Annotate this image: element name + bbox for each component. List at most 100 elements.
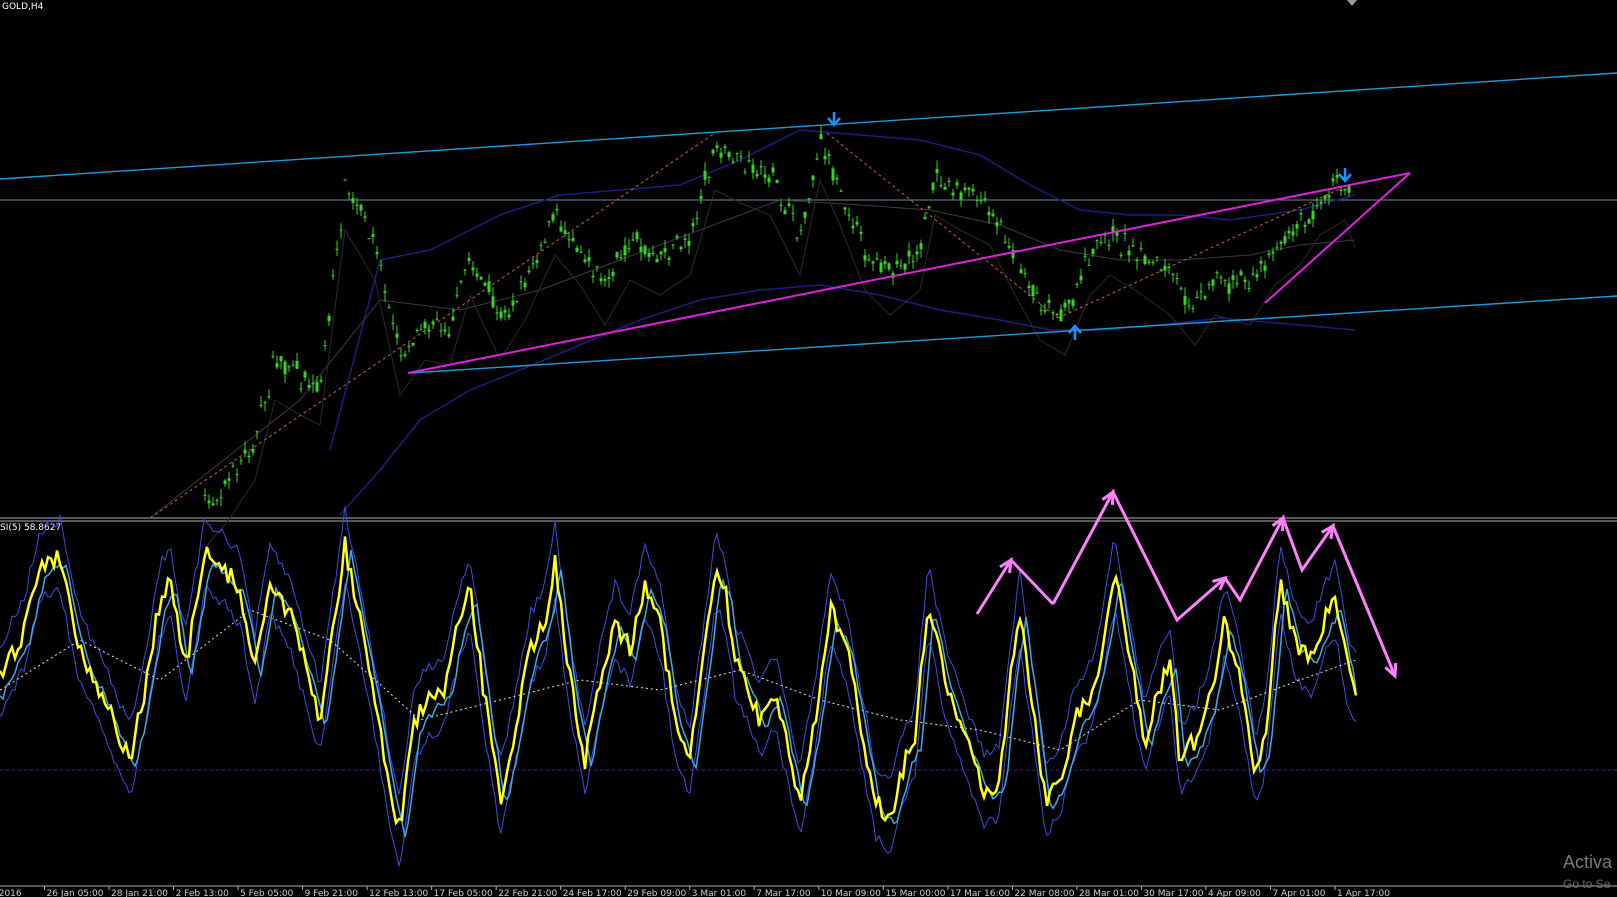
- candle-body: [795, 237, 799, 239]
- candle-body: [479, 276, 483, 280]
- candle-body: [331, 275, 335, 277]
- candle-body: [723, 146, 727, 148]
- x-tick-label: Jan 2016: [0, 889, 22, 897]
- x-tick-label: 26 Jan 05:00: [47, 889, 104, 897]
- candle-body: [731, 161, 735, 163]
- candle-body: [775, 180, 779, 184]
- candle-body: [439, 330, 443, 332]
- x-tick-label: 22 Mar 08:00: [1014, 889, 1074, 897]
- candle-body: [1063, 302, 1067, 308]
- candle-body: [343, 179, 347, 181]
- candle-body: [971, 188, 975, 192]
- candle-body: [1151, 262, 1155, 264]
- candle-body: [1259, 261, 1263, 264]
- candle-body: [1291, 231, 1295, 236]
- candle-body: [1203, 296, 1207, 299]
- candle-body: [303, 371, 307, 378]
- candle-body: [755, 173, 759, 177]
- candle-body: [263, 402, 267, 404]
- candle-body: [1211, 279, 1215, 286]
- candle-body: [1175, 278, 1179, 279]
- candle-body: [1095, 240, 1099, 242]
- candle-body: [1235, 283, 1239, 285]
- candle-body: [599, 278, 603, 282]
- candle-body: [1031, 285, 1035, 296]
- candle-body: [1059, 309, 1063, 322]
- candle-body: [247, 455, 251, 458]
- candle-body: [455, 295, 459, 297]
- candle-body: [935, 168, 939, 173]
- candle-body: [551, 214, 555, 221]
- candle-body: [1251, 273, 1255, 275]
- candle-body: [1119, 254, 1123, 256]
- candle-body: [835, 177, 839, 180]
- x-tick-label: 24 Feb 17:00: [563, 889, 622, 897]
- candle-body: [491, 296, 495, 308]
- candle-body: [615, 252, 619, 258]
- candle-body: [523, 282, 527, 288]
- candle-body: [1067, 299, 1071, 304]
- candle-body: [955, 182, 959, 186]
- candle-body: [291, 365, 295, 367]
- candle-body: [739, 156, 743, 158]
- candle-body: [431, 321, 435, 324]
- fib-line: [826, 132, 1059, 319]
- candle-body: [1155, 256, 1159, 258]
- candle-body: [1075, 283, 1079, 285]
- candle-body: [687, 240, 691, 246]
- up-arrow-icon: [1068, 324, 1082, 340]
- candle-body: [367, 238, 371, 240]
- bollinger-lower: [339, 284, 1356, 516]
- activation-watermark-sub: Go to Se: [1563, 877, 1611, 891]
- candle-body: [607, 277, 611, 279]
- candle-body: [843, 207, 847, 210]
- candle-body: [583, 259, 587, 262]
- candle-body: [1275, 247, 1279, 249]
- candle-body: [203, 494, 207, 496]
- candle-body: [907, 250, 911, 257]
- channel-lower: [409, 295, 1617, 374]
- candle-body: [315, 381, 319, 392]
- candle-body: [1295, 224, 1299, 229]
- candle-body: [743, 171, 747, 173]
- candle-body: [1243, 279, 1247, 282]
- candle-body: [1207, 284, 1211, 286]
- candle-body: [395, 333, 399, 338]
- candle-body: [407, 345, 411, 347]
- candle-body: [447, 334, 451, 337]
- candle-body: [763, 174, 767, 178]
- candle-body: [635, 232, 639, 240]
- candle-body: [1223, 279, 1227, 281]
- candle-body: [519, 281, 523, 283]
- x-tick-label: 10 Mar 09:00: [821, 889, 881, 897]
- candle-body: [1247, 288, 1251, 290]
- candle-body: [539, 244, 543, 246]
- candle-body: [735, 152, 739, 154]
- candle-body: [335, 248, 339, 250]
- candle-body: [1307, 219, 1311, 224]
- candle-body: [847, 214, 851, 216]
- candle-body: [1023, 272, 1027, 274]
- candle-body: [819, 133, 823, 140]
- candle-body: [863, 255, 867, 261]
- candle-body: [1283, 236, 1287, 244]
- candle-body: [719, 152, 723, 158]
- candle-body: [215, 499, 219, 501]
- candle-body: [327, 315, 331, 322]
- candle-body: [1199, 291, 1203, 293]
- candle-body: [1335, 174, 1339, 178]
- candle-body: [695, 218, 699, 219]
- candle-body: [1319, 201, 1323, 204]
- candle-body: [899, 265, 903, 267]
- candle-body: [419, 329, 423, 331]
- candle-body: [747, 160, 751, 162]
- candle-body: [379, 264, 383, 266]
- candle-body: [1047, 299, 1051, 303]
- candle-body: [703, 170, 707, 180]
- candle-body: [787, 203, 791, 206]
- candle-body: [939, 185, 943, 187]
- price-chart[interactable]: Jan 2016 26 Jan 05:00 28 Jan 21:00 2 Feb 13…: [0, 0, 1617, 897]
- candle-body: [595, 266, 599, 268]
- candle-body: [827, 154, 831, 156]
- candle-body: [483, 282, 487, 286]
